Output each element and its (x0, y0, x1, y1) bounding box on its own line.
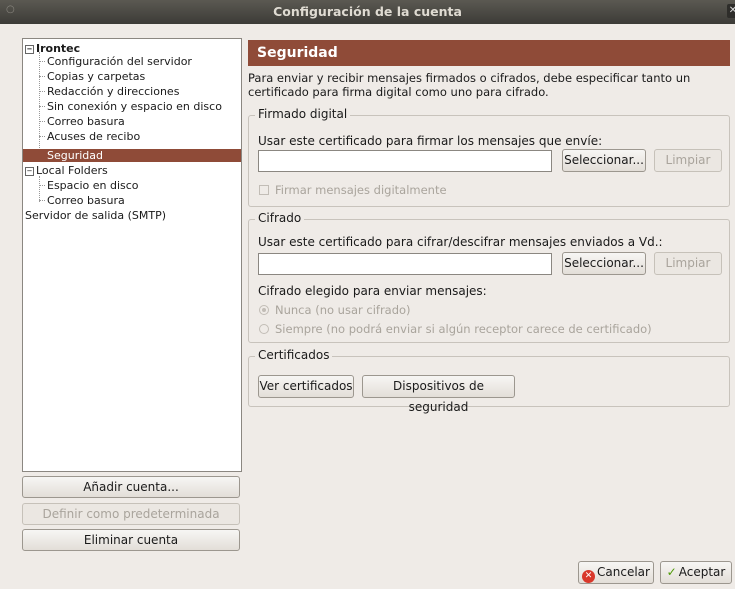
set-default-button[interactable]: Definir como predeterminada (22, 503, 240, 525)
signing-select-button[interactable]: Seleccionar... (562, 149, 646, 172)
encryption-select-button[interactable]: Seleccionar... (562, 252, 646, 275)
tree-item-junk-mail[interactable]: Correo basura (47, 115, 125, 128)
encryption-cert-field[interactable] (258, 253, 552, 275)
tree-item-disk-space[interactable]: Espacio en disco (47, 179, 139, 192)
tree-item-offline-disk[interactable]: Sin conexión y espacio en disco (47, 100, 222, 113)
signing-cert-field[interactable] (258, 150, 552, 172)
remove-account-button[interactable]: Eliminar cuenta (22, 529, 240, 551)
checkbox-icon (259, 185, 269, 195)
signing-clear-button[interactable]: Limpiar (654, 149, 722, 172)
page-title: Seguridad (248, 40, 730, 66)
radio-selected-icon (259, 305, 269, 315)
view-certificates-button[interactable]: Ver certificados (258, 375, 354, 398)
security-devices-button[interactable]: Dispositivos de seguridad (362, 375, 515, 414)
tree-item-local-junk-mail[interactable]: Correo basura (47, 194, 125, 207)
encryption-choice-label: Cifrado elegido para enviar mensajes: (258, 284, 487, 298)
tree-item-security[interactable]: Seguridad (23, 149, 241, 162)
window-titlebar: ○ Configuración de la cuenta ✕ (0, 0, 735, 24)
tree-item-smtp[interactable]: Servidor de salida (SMTP) (25, 209, 166, 222)
tree-account-local-folders[interactable]: − Local Folders (25, 164, 108, 177)
encryption-legend: Cifrado (255, 211, 305, 225)
certificates-group: Certificados Ver certificados Dispositiv… (248, 348, 730, 414)
collapse-icon[interactable]: − (25, 45, 34, 54)
sign-messages-checkbox[interactable]: Firmar mensajes digitalmente (259, 183, 447, 197)
cancel-icon: ✕ (582, 570, 596, 583)
encryption-always-radio[interactable]: Siempre (no podrá enviar si algún recept… (259, 322, 652, 336)
tree-item-copies-folders[interactable]: Copias y carpetas (47, 70, 145, 83)
checkmark-icon: ✓ (666, 565, 677, 579)
encryption-group: Cifrado Usar este certificado para cifra… (248, 211, 730, 343)
signing-group: Firmado digital Usar este certificado pa… (248, 107, 730, 207)
add-account-button[interactable]: Añadir cuenta... (22, 476, 240, 498)
cancel-button[interactable]: ✕ Cancelar (578, 561, 654, 584)
collapse-icon[interactable]: − (25, 167, 34, 176)
tree-item-server-settings[interactable]: Configuración del servidor (47, 55, 192, 68)
signing-legend: Firmado digital (255, 107, 351, 121)
tree-item-composition[interactable]: Redacción y direcciones (47, 85, 179, 98)
signing-cert-label: Usar este certificado para firmar los me… (258, 134, 603, 148)
radio-icon (259, 324, 269, 334)
encryption-clear-button[interactable]: Limpiar (654, 252, 722, 275)
tree-item-return-receipts[interactable]: Acuses de recibo (47, 130, 140, 143)
encryption-never-radio[interactable]: Nunca (no usar cifrado) (259, 303, 411, 317)
tree-account-irontec[interactable]: − Irontec (25, 42, 80, 55)
window-title: Configuración de la cuenta (273, 4, 462, 19)
account-tree[interactable]: − Irontec Configuración del servidor Copi… (22, 38, 242, 472)
accept-button[interactable]: ✓ Aceptar (660, 561, 732, 584)
encryption-cert-label: Usar este certificado para cifrar/descif… (258, 235, 663, 249)
close-icon[interactable]: ✕ (727, 4, 735, 18)
certificates-legend: Certificados (255, 348, 333, 362)
page-description: Para enviar y recibir mensajes firmados … (248, 71, 691, 99)
